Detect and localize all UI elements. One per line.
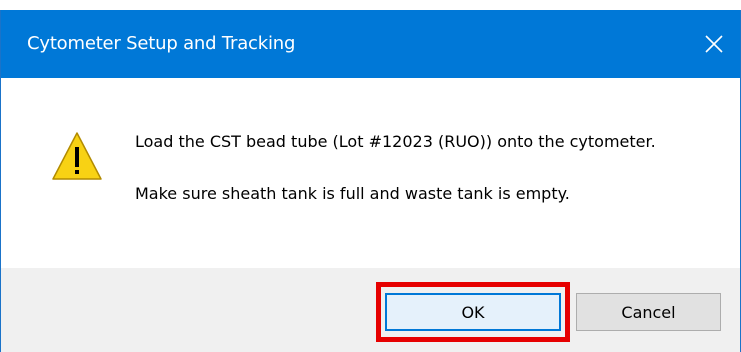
- close-icon: [705, 35, 723, 53]
- dialog-content: Load the CST bead tube (Lot #12023 (RUO)…: [1, 78, 740, 268]
- message-line-1: Load the CST bead tube (Lot #12023 (RUO)…: [135, 132, 656, 151]
- title-bar[interactable]: Cytometer Setup and Tracking: [1, 10, 740, 78]
- button-bar: OK Cancel: [1, 268, 740, 352]
- warning-icon: [52, 132, 102, 180]
- close-button[interactable]: [688, 10, 740, 78]
- dialog-title: Cytometer Setup and Tracking: [27, 33, 296, 54]
- ok-button[interactable]: OK: [385, 293, 561, 331]
- message-line-2: Make sure sheath tank is full and waste …: [135, 184, 570, 203]
- message-text: Load the CST bead tube (Lot #12023 (RUO)…: [135, 130, 725, 206]
- top-strip: [0, 0, 741, 10]
- dialog-window: Cytometer Setup and Tracking Load the CS…: [0, 10, 741, 352]
- cancel-button[interactable]: Cancel: [576, 293, 721, 331]
